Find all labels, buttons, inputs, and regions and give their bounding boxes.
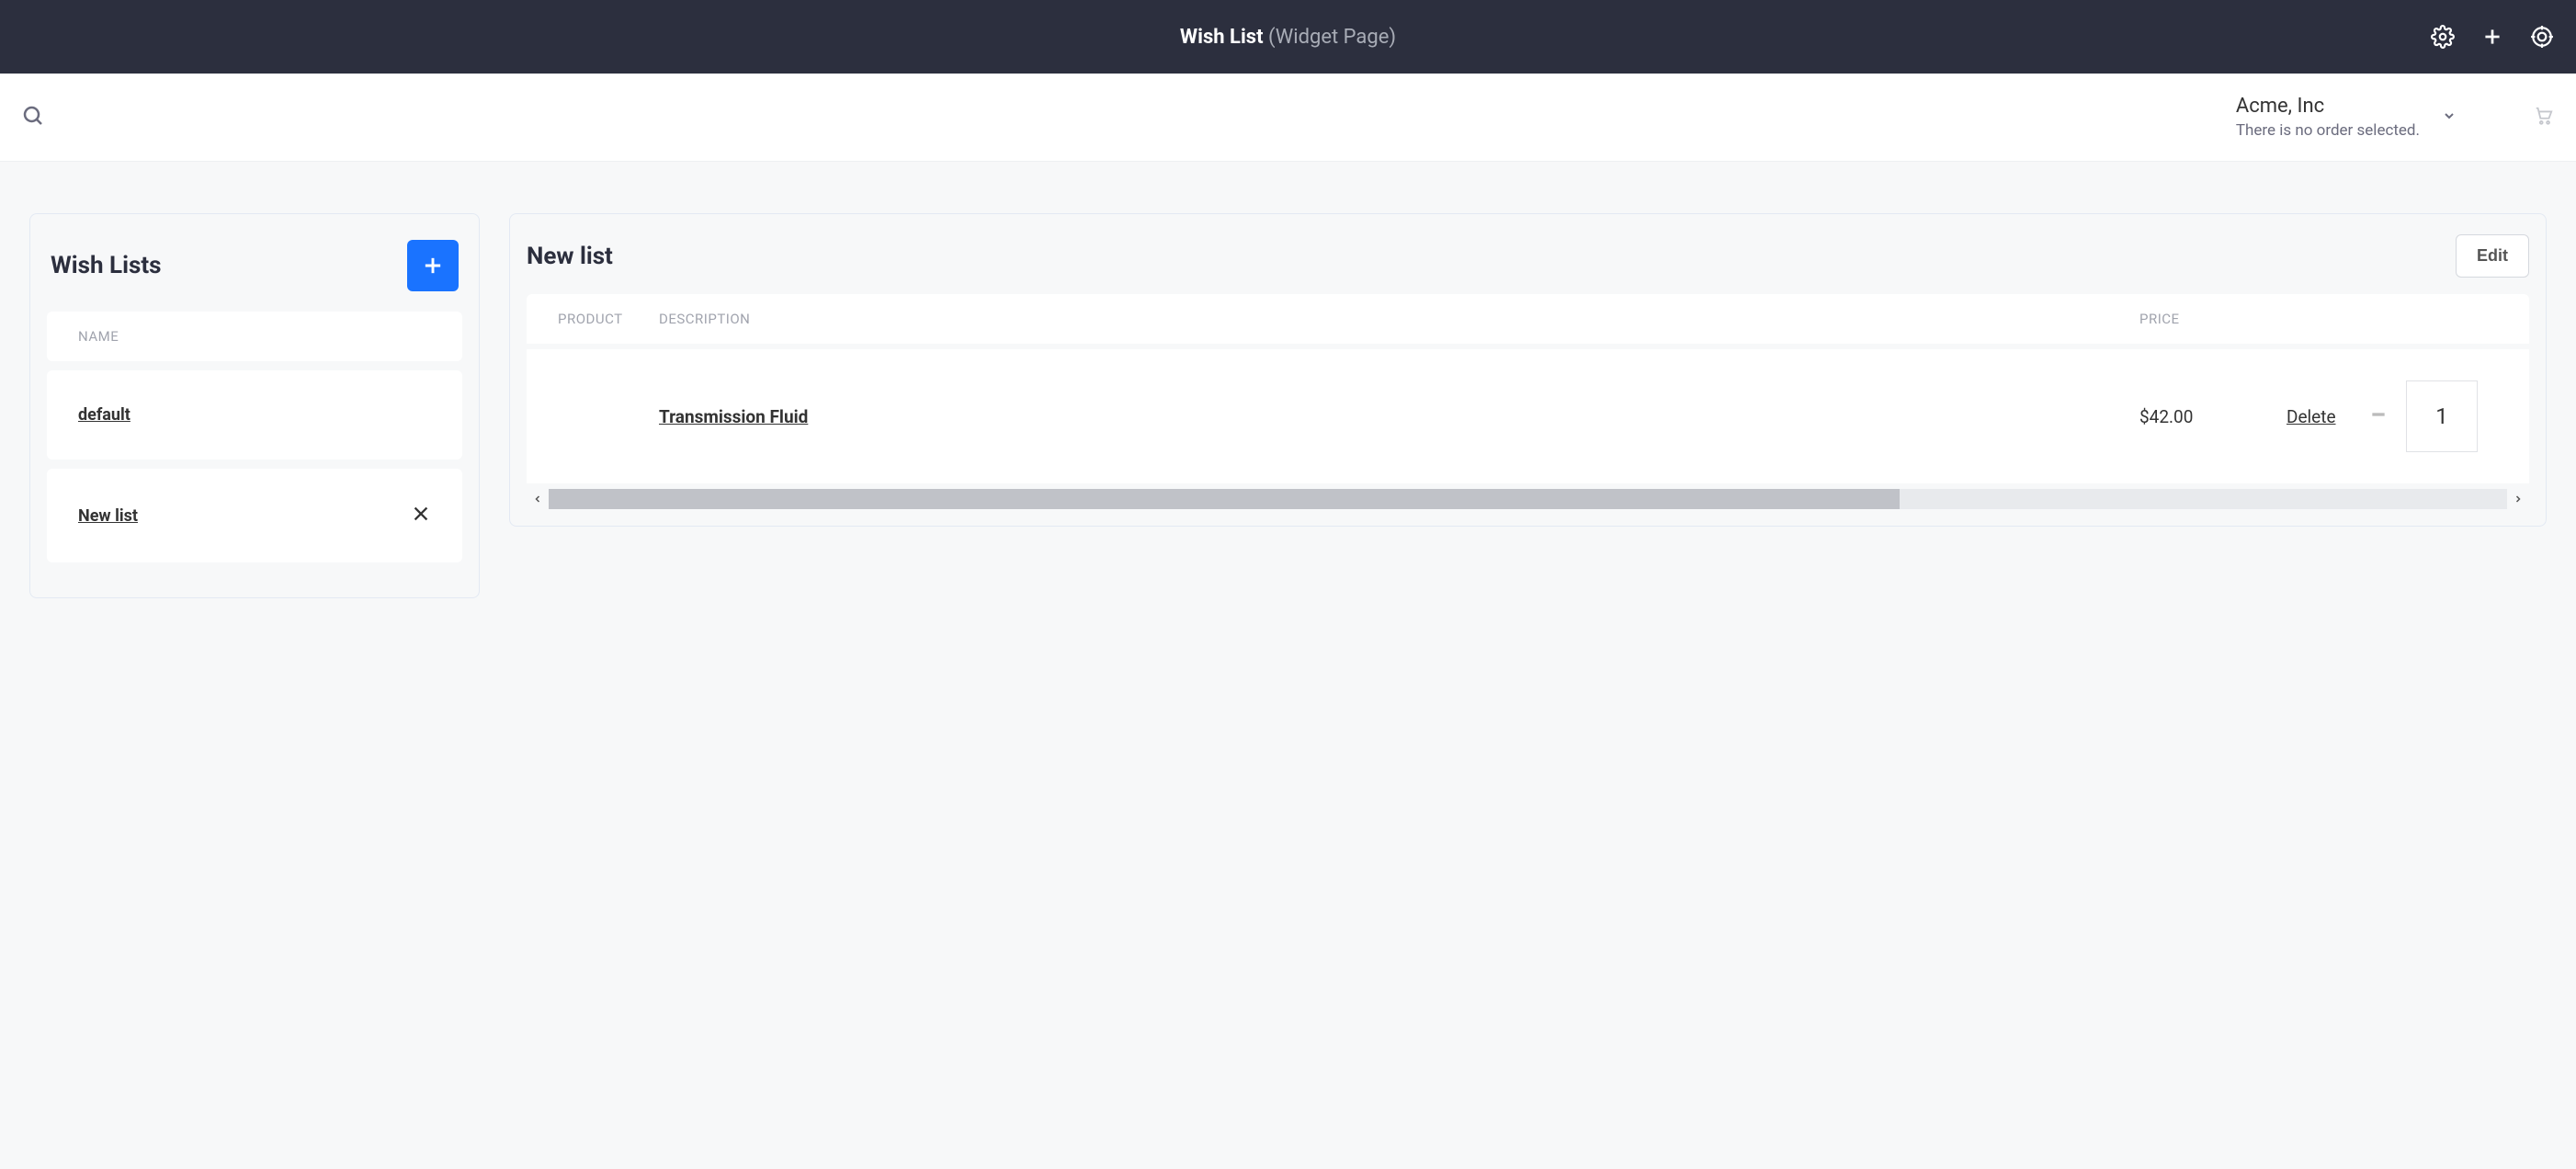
page-title: Wish List (Widget Page) (1180, 26, 1396, 49)
scroll-thumb[interactable] (549, 489, 1900, 509)
minus-icon[interactable] (2369, 405, 2406, 427)
sub-bar-left (22, 105, 2236, 131)
product-price-cell: $42.00 (2139, 406, 2287, 427)
product-name-link[interactable]: Transmission Fluid (659, 406, 808, 427)
detail-panel: New list Edit PRODUCT DESCRIPTION PRICE … (509, 213, 2547, 527)
scroll-left-icon[interactable] (527, 494, 549, 505)
list-item: default (47, 370, 462, 460)
account-sub: There is no order selected. (2236, 121, 2420, 140)
list-item-link-default[interactable]: default (78, 405, 131, 425)
top-bar-actions (2431, 25, 2554, 49)
column-description: DESCRIPTION (659, 311, 2139, 327)
detail-title: New list (527, 243, 613, 270)
chevron-down-icon (2442, 108, 2457, 127)
target-icon[interactable] (2530, 25, 2554, 49)
horizontal-scrollbar (527, 489, 2529, 509)
page-title-sub: (Widget Page) (1268, 26, 1396, 49)
scroll-track[interactable] (549, 489, 2507, 509)
quantity-input[interactable]: 1 (2406, 380, 2478, 452)
delete-link[interactable]: Delete (2287, 406, 2336, 427)
add-list-button[interactable] (407, 240, 459, 291)
products-table: PRODUCT DESCRIPTION PRICE Transmission F… (527, 294, 2529, 509)
scroll-right-icon[interactable] (2507, 494, 2529, 505)
main-content: Wish Lists NAME default New list (0, 162, 2576, 650)
cart-icon[interactable] (2534, 106, 2554, 130)
wish-lists-column-header: NAME (47, 312, 462, 361)
gear-icon[interactable] (2431, 25, 2455, 49)
sub-bar-right: Acme, Inc There is no order selected. (2236, 95, 2554, 140)
table-header: PRODUCT DESCRIPTION PRICE (527, 294, 2529, 344)
list-item-link-new-list[interactable]: New list (78, 506, 138, 526)
column-name: NAME (78, 328, 119, 345)
wish-lists-header: Wish Lists (47, 240, 462, 291)
qty-cell: 1 (2406, 380, 2498, 452)
search-icon[interactable] (22, 105, 44, 131)
column-price: PRICE (2139, 311, 2287, 327)
top-bar: Wish List (Widget Page) (0, 0, 2576, 74)
product-actions: Delete (2287, 406, 2369, 427)
page-title-main: Wish List (1180, 26, 1264, 49)
table-row: Transmission Fluid $42.00 Delete 1 (527, 349, 2529, 483)
account-text: Acme, Inc There is no order selected. (2236, 95, 2420, 140)
column-spacer (2369, 311, 2406, 327)
product-price: $42.00 (2139, 406, 2193, 427)
account-selector[interactable]: Acme, Inc There is no order selected. (2236, 95, 2457, 140)
plus-icon[interactable] (2480, 25, 2504, 49)
sub-bar: Acme, Inc There is no order selected. (0, 74, 2576, 162)
close-icon[interactable] (411, 504, 431, 528)
column-spacer (2287, 311, 2369, 327)
account-name: Acme, Inc (2236, 95, 2420, 118)
edit-button[interactable]: Edit (2456, 234, 2529, 278)
list-item: New list (47, 469, 462, 562)
wish-lists-title: Wish Lists (51, 252, 161, 279)
product-desc: Transmission Fluid (659, 406, 2139, 427)
column-product: PRODUCT (558, 311, 659, 327)
wish-lists-panel: Wish Lists NAME default New list (29, 213, 480, 598)
detail-header: New list Edit (527, 231, 2529, 294)
column-spacer (2406, 311, 2498, 327)
